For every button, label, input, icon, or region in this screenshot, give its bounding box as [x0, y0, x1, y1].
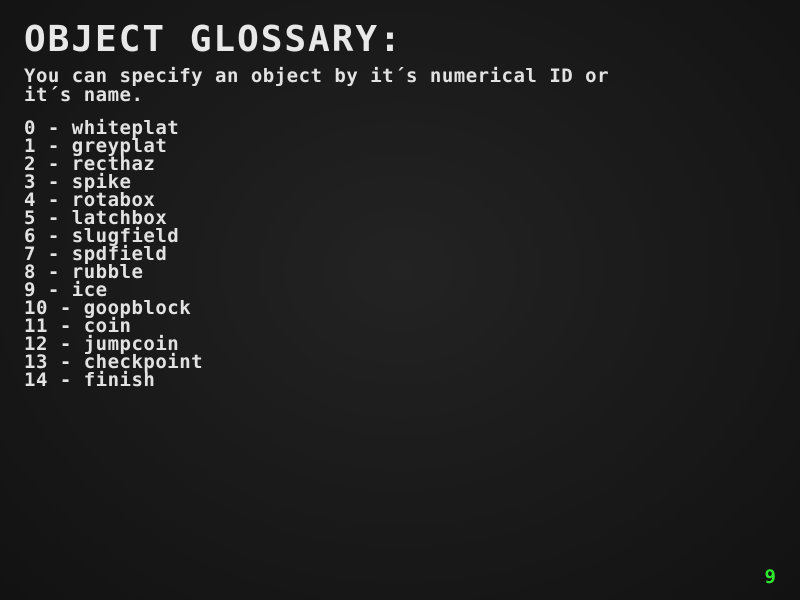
object-name: finish [83, 369, 156, 391]
object-id: 14 [24, 369, 48, 391]
intro-text: You can specify an object by it´s numeri… [24, 65, 610, 106]
object-glossary-list: 0 - whiteplat 1 - greyplat 2 - recthaz 3… [24, 119, 203, 391]
page-number: 9 [764, 566, 776, 588]
glossary-item: 14 - finish [24, 369, 156, 391]
glossary-screen: OBJECT GLOSSARY: You can specify an obje… [0, 0, 800, 600]
page-title: OBJECT GLOSSARY: [24, 19, 403, 60]
